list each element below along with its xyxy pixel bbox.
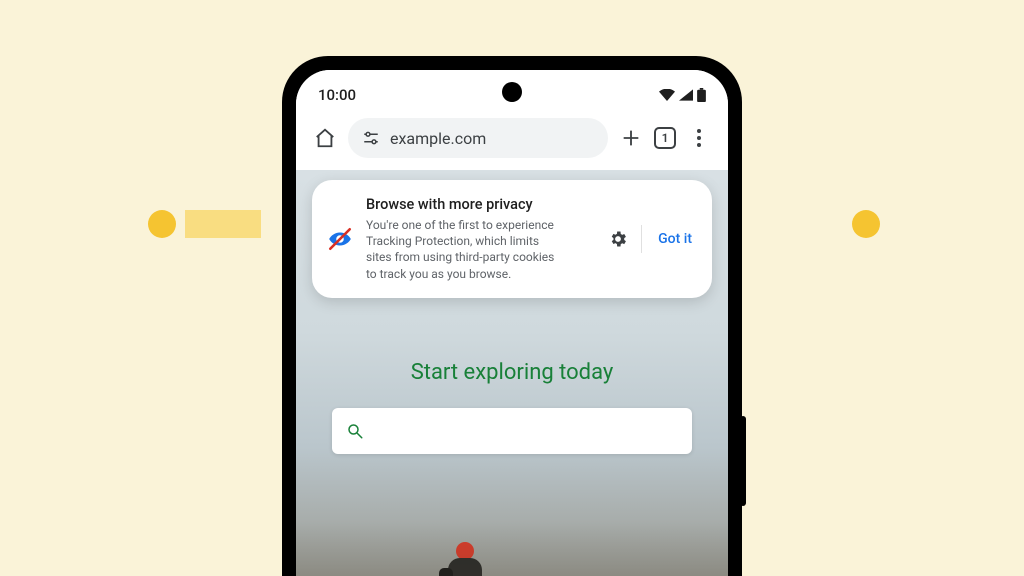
signal-icon — [679, 89, 693, 101]
tab-count: 1 — [662, 131, 669, 145]
wifi-icon — [659, 89, 675, 101]
search-icon — [346, 422, 364, 440]
status-time: 10:00 — [318, 86, 356, 104]
divider — [641, 225, 642, 253]
privacy-card-actions: Got it — [605, 225, 698, 253]
camera-hole — [502, 82, 522, 102]
phone-screen: 10:00 exa — [296, 70, 728, 576]
omnibox-url: example.com — [390, 129, 486, 148]
privacy-card-text: Browse with more privacy You're one of t… — [366, 196, 593, 282]
decoration-rect-left — [185, 210, 261, 238]
phone-side-button — [740, 416, 746, 506]
status-icons — [659, 88, 706, 102]
home-button[interactable] — [312, 125, 338, 151]
privacy-card-body: You're one of the first to experience Tr… — [366, 217, 566, 282]
status-bar: 10:00 — [296, 70, 728, 112]
tab-switcher-button[interactable]: 1 — [654, 127, 676, 149]
home-icon — [314, 127, 336, 149]
privacy-card-title: Browse with more privacy — [366, 196, 593, 213]
got-it-button[interactable]: Got it — [652, 225, 698, 253]
page-content: Browse with more privacy You're one of t… — [296, 170, 728, 576]
more-vert-icon — [697, 129, 701, 147]
page-search-input[interactable] — [332, 408, 692, 454]
privacy-settings-button[interactable] — [605, 226, 631, 252]
gear-icon — [608, 229, 628, 249]
decoration-circle-left — [148, 210, 176, 238]
new-tab-button[interactable] — [618, 125, 644, 151]
tracking-protection-card: Browse with more privacy You're one of t… — [312, 180, 712, 298]
page-tagline: Start exploring today — [296, 360, 728, 385]
browser-toolbar: example.com 1 — [296, 112, 728, 170]
hiker-illustration — [443, 542, 487, 576]
privacy-eye-icon — [326, 226, 354, 252]
decoration-circle-right — [852, 210, 880, 238]
phone-frame: 10:00 exa — [282, 56, 742, 576]
omnibox[interactable]: example.com — [348, 118, 608, 158]
plus-icon — [620, 127, 642, 149]
menu-button[interactable] — [686, 125, 712, 151]
battery-icon — [697, 88, 706, 102]
tune-icon — [362, 129, 380, 147]
